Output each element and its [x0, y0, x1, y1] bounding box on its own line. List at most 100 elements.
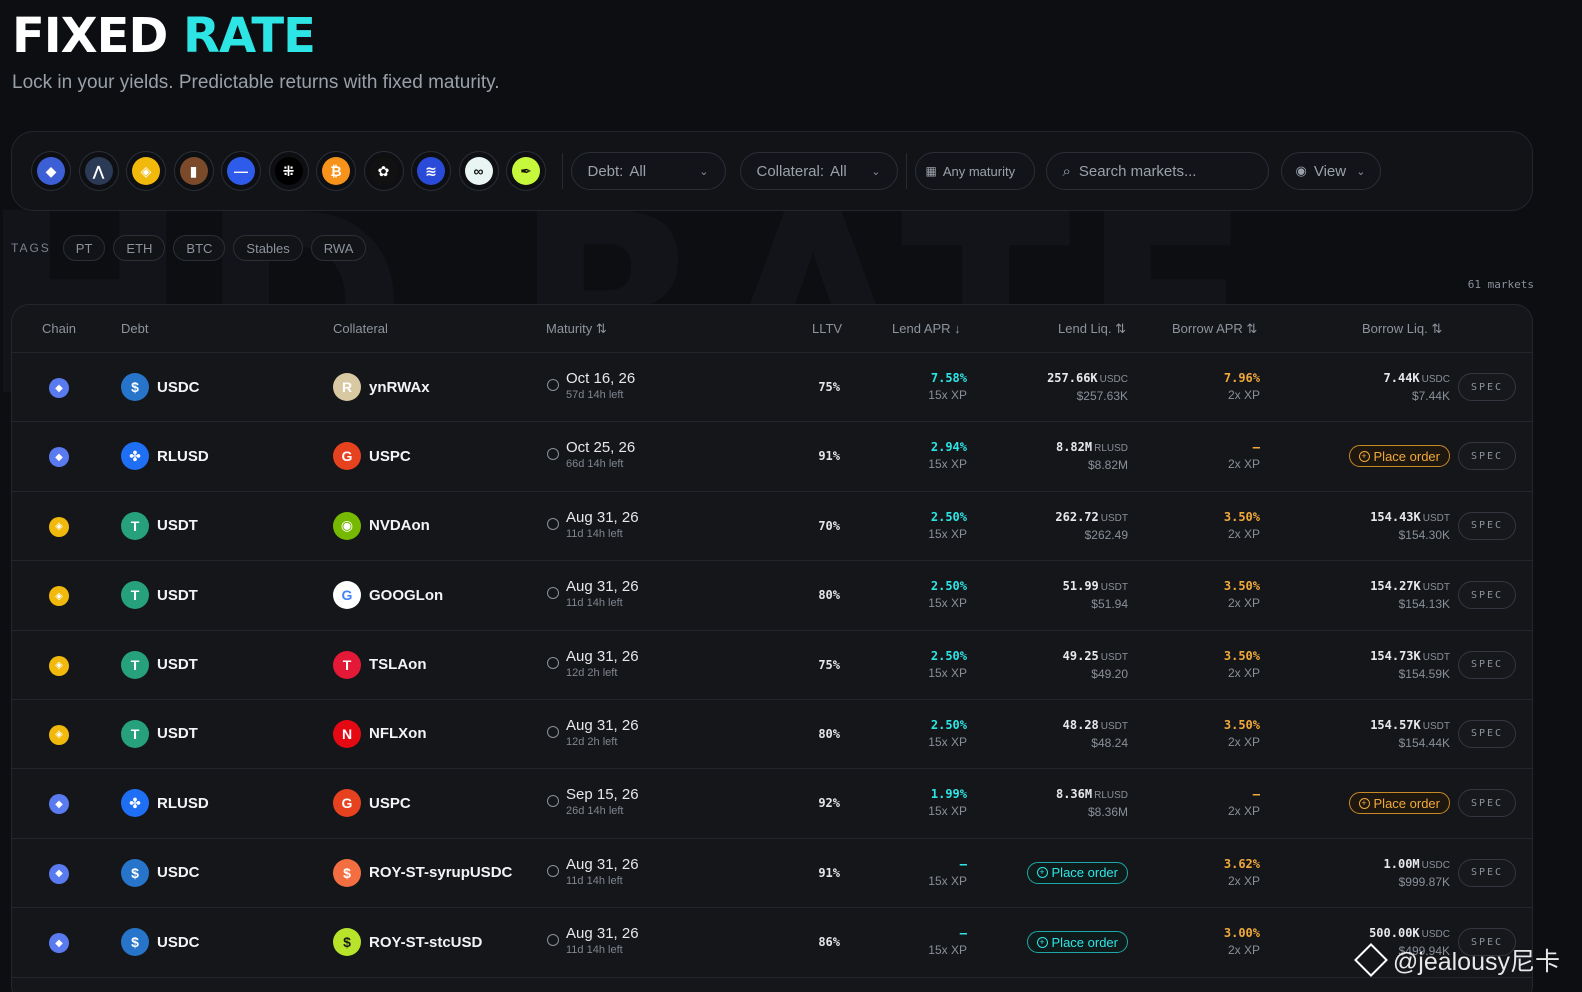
- tag-pt[interactable]: PT: [62, 235, 106, 261]
- col-maturity-sort[interactable]: Maturity ⇅: [546, 321, 607, 337]
- clock-icon: [547, 864, 559, 877]
- spec-button[interactable]: SPEC: [1458, 442, 1516, 471]
- lend-liq-usd: $8.36M: [1087, 805, 1128, 820]
- borrow-liq-amount: 1.00M USDC: [1384, 856, 1450, 874]
- tags-label: TAGS: [11, 241, 51, 255]
- eye-icon: ◉: [1295, 163, 1307, 178]
- tag-eth[interactable]: ETH: [113, 235, 166, 261]
- table-row[interactable]: ◆ ✤ RLUSD G USPC Oct 25, 26 66d 14h left 91% 2.9…: [12, 422, 1532, 492]
- lend-liq-amount: 8.82M RLUSD: [1056, 439, 1128, 457]
- bitcoin-icon: ₿: [322, 157, 350, 185]
- lend-liquidity: 49.25 USDT $49.20: [1063, 648, 1128, 682]
- collateral-filter-dropdown[interactable]: Collateral: All ⌄: [739, 152, 898, 190]
- borrow-liq-unit: USDT: [1422, 512, 1450, 524]
- borrow-liq-usd: $154.30K: [1398, 527, 1450, 542]
- borrow-liq-value: 1.00M: [1383, 856, 1420, 871]
- spec-button[interactable]: SPEC: [1458, 581, 1516, 610]
- lend-liq-amount: 49.25 USDT: [1063, 648, 1128, 666]
- lend-place-order-button[interactable]: + Place order: [1026, 931, 1128, 954]
- spec-button[interactable]: SPEC: [1458, 373, 1516, 401]
- debt-token: $ USDC: [121, 373, 200, 401]
- maturity-date: Aug 31, 26: [566, 925, 639, 943]
- table-row[interactable]: ◈ T USDT N NFLXon Aug 31, 26 12d 2h left 80% 2.5…: [12, 700, 1532, 770]
- debt-token-name: USDC: [157, 864, 200, 882]
- search-input[interactable]: ⌕ Search markets...: [1045, 152, 1269, 190]
- col-lend-apr-sort[interactable]: Lend APR ↓: [892, 321, 961, 336]
- spec-button[interactable]: SPEC: [1458, 650, 1516, 679]
- col-borrow-liq-sort[interactable]: Borrow Liq. ⇅: [1362, 321, 1442, 337]
- chain-filter-group: ◆ ⋀ ◈ ▮ — ⁜ ₿ ✿ ≋ ∞ ✒: [31, 151, 554, 191]
- table-row[interactable]: ◆ $ USDC $ ROY-ST-stcUSD Aug 31, 26 11d 14h le…: [12, 908, 1532, 978]
- lend-xp: 15x XP: [928, 804, 967, 819]
- chain-filter-bnb[interactable]: ◈: [126, 151, 166, 191]
- spec-button[interactable]: SPEC: [1458, 789, 1516, 818]
- chain-filter-feather[interactable]: ✒: [506, 151, 546, 191]
- chain-filter-base[interactable]: —: [221, 151, 261, 191]
- chain-filter-stacks[interactable]: ≋: [411, 151, 451, 191]
- maturity-filter-button[interactable]: ▦ Any maturity: [914, 152, 1035, 190]
- lend-apr-value: 2.50%: [930, 717, 967, 732]
- collateral-token: N NFLXon: [333, 719, 427, 748]
- chain-filter-bitcoin[interactable]: ₿: [316, 151, 356, 191]
- bnb-icon: ◈: [49, 516, 69, 537]
- tag-btc[interactable]: BTC: [173, 235, 226, 261]
- lend-liq-usd: $8.82M: [1087, 458, 1128, 473]
- maturity-date: Aug 31, 26: [566, 647, 639, 665]
- table-row[interactable]: ◈ T USDT ◉ NVDAon Aug 31, 26 11d 14h left 70% 2.…: [12, 492, 1532, 562]
- lltv-value: 70%: [818, 518, 840, 533]
- lend-xp: 15x XP: [928, 665, 967, 680]
- maturity: Sep 15, 26 26d 14h left: [547, 785, 639, 818]
- maturity: Oct 25, 26 66d 14h left: [547, 438, 635, 471]
- ethereum-icon: ◆: [49, 863, 69, 884]
- borrow-place-order-button[interactable]: + Place order: [1348, 792, 1450, 815]
- place-order-label: Place order: [1373, 795, 1440, 811]
- maturity-time-left: 11d 14h left: [566, 874, 623, 887]
- lend-xp: 15x XP: [928, 734, 967, 749]
- place-order-label: Place order: [1373, 448, 1440, 464]
- collateral-token-icon: ◉: [333, 511, 361, 540]
- spec-button[interactable]: SPEC: [1458, 719, 1516, 748]
- table-row[interactable]: ◈ T USDT G GOOGLon Aug 31, 26 11d 14h left 80% 2…: [12, 561, 1532, 631]
- table-body: ◆ $ USDC RynRWAx Oct 16, 26 57d 14h left 75% 7.…: [12, 353, 1532, 978]
- maturity-date: Oct 16, 26: [566, 370, 636, 387]
- chain-filter-mantle[interactable]: ▮: [173, 151, 214, 191]
- clock-icon: [547, 448, 559, 461]
- view-options-dropdown[interactable]: ◉ View ⌄: [1280, 152, 1381, 190]
- bnb-icon: ◈: [49, 586, 69, 607]
- lend-liq-usd: $257.63K: [1076, 389, 1128, 403]
- maturity-time-left: 12d 2h left: [566, 735, 618, 748]
- col-lend-liq-sort[interactable]: Lend Liq. ⇅: [1058, 321, 1126, 337]
- lend-apr: 1.99% 15x XP: [928, 786, 967, 819]
- maturity-time-left: 11d 14h left: [566, 597, 623, 610]
- table-row[interactable]: ◆ $ USDC $ ROY-ST-syrupUSDC Aug 31, 26 11d 14h…: [12, 839, 1532, 909]
- debt-filter-dropdown[interactable]: Debt: All ⌄: [570, 152, 726, 190]
- chain-filter-bera[interactable]: ✿: [363, 151, 404, 191]
- borrow-liq-amount: 500.00K USDC: [1369, 925, 1450, 943]
- chain-filter-ethereum[interactable]: ◆: [31, 151, 71, 191]
- chain-filter-okx[interactable]: ⁜: [268, 151, 309, 191]
- spec-button[interactable]: SPEC: [1458, 858, 1516, 887]
- table-row[interactable]: ◈ T USDT T TSLAon Aug 31, 26 12d 2h left 75% 2.5…: [12, 631, 1532, 700]
- borrow-liq-unit: USDC: [1421, 374, 1450, 385]
- maturity-time-left: 11d 14h left: [566, 527, 623, 540]
- borrow-place-order-button[interactable]: + Place order: [1348, 445, 1450, 468]
- plus-circle-icon: +: [1358, 797, 1370, 809]
- chain-filter-arbitrum[interactable]: ⋀: [78, 151, 119, 191]
- chain-filter-hyperliquid[interactable]: ∞: [458, 151, 499, 191]
- table-row[interactable]: ◆ $ USDC RynRWAx Oct 16, 26 57d 14h left 75% 7.…: [12, 353, 1532, 423]
- col-borrow-apr-sort[interactable]: Borrow APR ⇅: [1172, 321, 1257, 337]
- borrow-apr: 3.50% 2x XP: [1224, 717, 1260, 750]
- maturity: Aug 31, 26 12d 2h left: [547, 647, 639, 680]
- collateral-token-name: GOOGLon: [369, 586, 444, 604]
- spec-button[interactable]: SPEC: [1458, 511, 1516, 540]
- table-row[interactable]: ◆ ✤ RLUSD G USPC Sep 15, 26 26d 14h left 92% 1.9…: [12, 769, 1532, 839]
- tag-stables[interactable]: Stables: [233, 235, 303, 261]
- collateral-token-icon: G: [333, 789, 361, 818]
- mantle-icon: ▮: [179, 157, 208, 185]
- lend-place-order-button[interactable]: + Place order: [1026, 861, 1128, 884]
- maturity: Aug 31, 26 11d 14h left: [547, 855, 639, 888]
- usdt-icon: T: [121, 650, 149, 679]
- tag-rwa[interactable]: RWA: [310, 235, 367, 261]
- lend-liq-amount: 262.72 USDT: [1055, 509, 1128, 527]
- borrow-liq-amount: 154.27K USDT: [1370, 578, 1450, 596]
